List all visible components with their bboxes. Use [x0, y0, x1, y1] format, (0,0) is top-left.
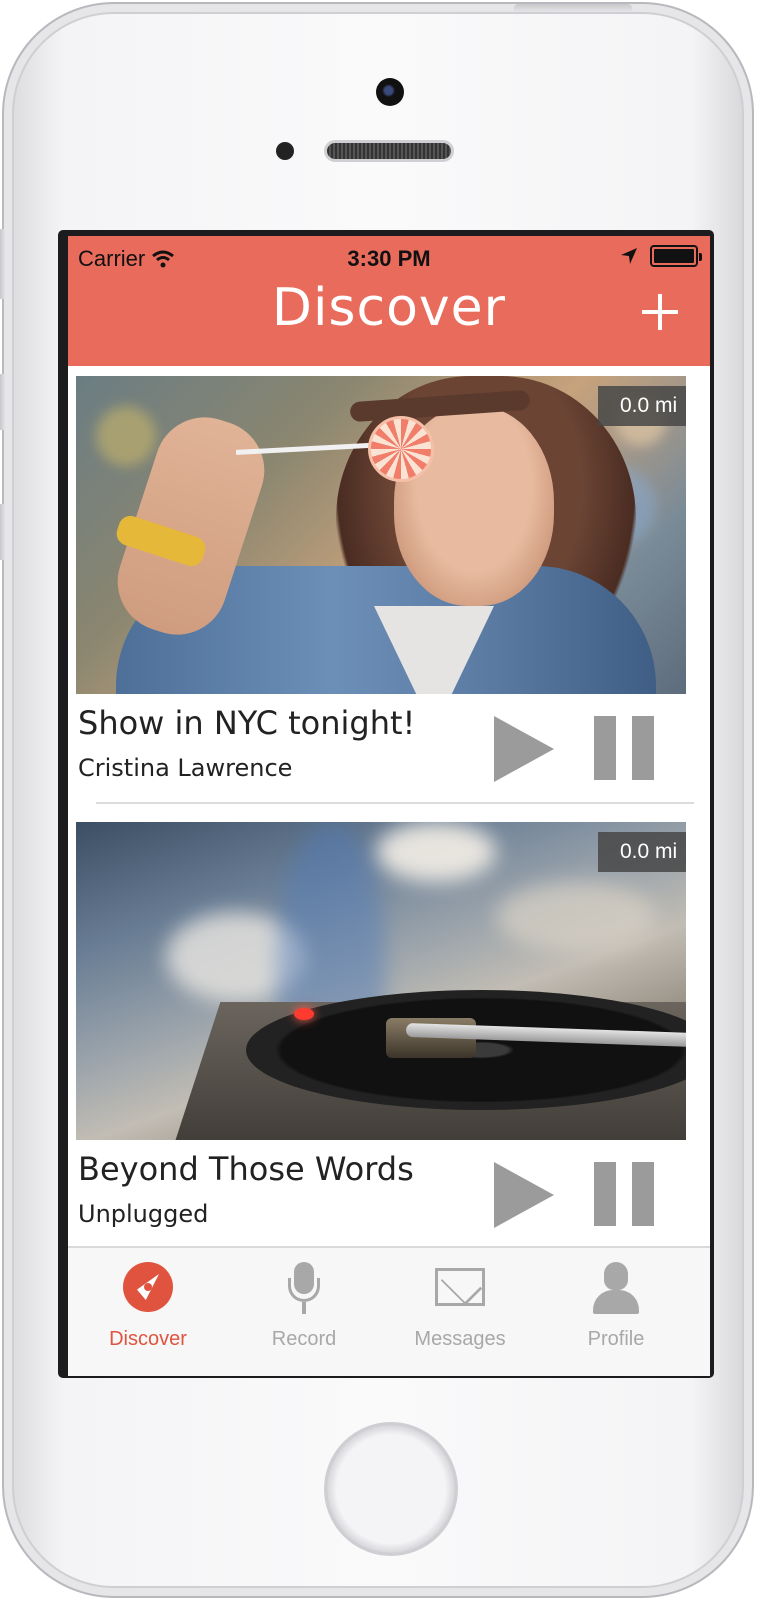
play-button[interactable]	[494, 1162, 554, 1228]
tab-discover[interactable]: Discover	[68, 1256, 228, 1356]
track-title: Beyond Those Words	[78, 1150, 414, 1188]
status-right	[620, 245, 702, 267]
battery-icon	[650, 245, 702, 267]
tab-record[interactable]: Record	[224, 1256, 384, 1356]
discover-feed[interactable]: 0.0 mi Show in NYC tonight! Cristina Law…	[68, 366, 710, 1246]
earpiece-speaker	[324, 140, 454, 162]
tab-profile[interactable]: Profile	[536, 1256, 696, 1356]
mute-switch	[0, 229, 6, 299]
add-button[interactable]	[640, 292, 680, 332]
compass-icon	[123, 1262, 173, 1312]
card-photo[interactable]: 0.0 mi	[76, 376, 686, 694]
play-button[interactable]	[494, 716, 554, 782]
tab-bar: Discover Record Messages Profile	[68, 1246, 710, 1376]
nav-header: Carrier 3:30 PM Discover	[68, 236, 710, 366]
status-bar: Carrier 3:30 PM	[68, 236, 710, 276]
tab-label: Profile	[587, 1328, 645, 1350]
person-icon	[591, 1262, 641, 1314]
proximity-sensor	[276, 142, 294, 160]
feed-card[interactable]: 0.0 mi Show in NYC tonight! Cristina Law…	[76, 376, 686, 816]
artist-name: Cristina Lawrence	[78, 754, 293, 782]
volume-down-button	[0, 504, 6, 560]
card-divider	[96, 802, 694, 804]
envelope-icon	[435, 1268, 485, 1306]
artist-name: Unplugged	[78, 1200, 209, 1228]
feed-card[interactable]: 0.0 mi Beyond Those Words Unplugged	[76, 822, 686, 1262]
distance-badge: 0.0 mi	[598, 832, 686, 872]
tab-label: Record	[271, 1328, 337, 1350]
page-title: Discover	[271, 278, 507, 338]
tab-label: Messages	[414, 1328, 506, 1350]
status-time: 3:30 PM	[347, 246, 431, 271]
pause-button[interactable]	[594, 716, 654, 780]
tab-label: Discover	[109, 1328, 187, 1350]
distance-badge: 0.0 mi	[598, 386, 686, 426]
front-camera	[376, 78, 404, 106]
sleep-button	[514, 4, 632, 12]
track-title: Show in NYC tonight!	[78, 704, 416, 742]
card-photo[interactable]: 0.0 mi	[76, 822, 686, 1140]
microphone-icon	[279, 1262, 329, 1316]
app-screen: Carrier 3:30 PM Discover 0.0 mi Show in …	[68, 236, 710, 1376]
location-arrow-icon	[621, 248, 637, 264]
home-button[interactable]	[324, 1422, 458, 1556]
pause-button[interactable]	[594, 1162, 654, 1226]
volume-up-button	[0, 374, 6, 430]
tab-messages[interactable]: Messages	[380, 1256, 540, 1356]
